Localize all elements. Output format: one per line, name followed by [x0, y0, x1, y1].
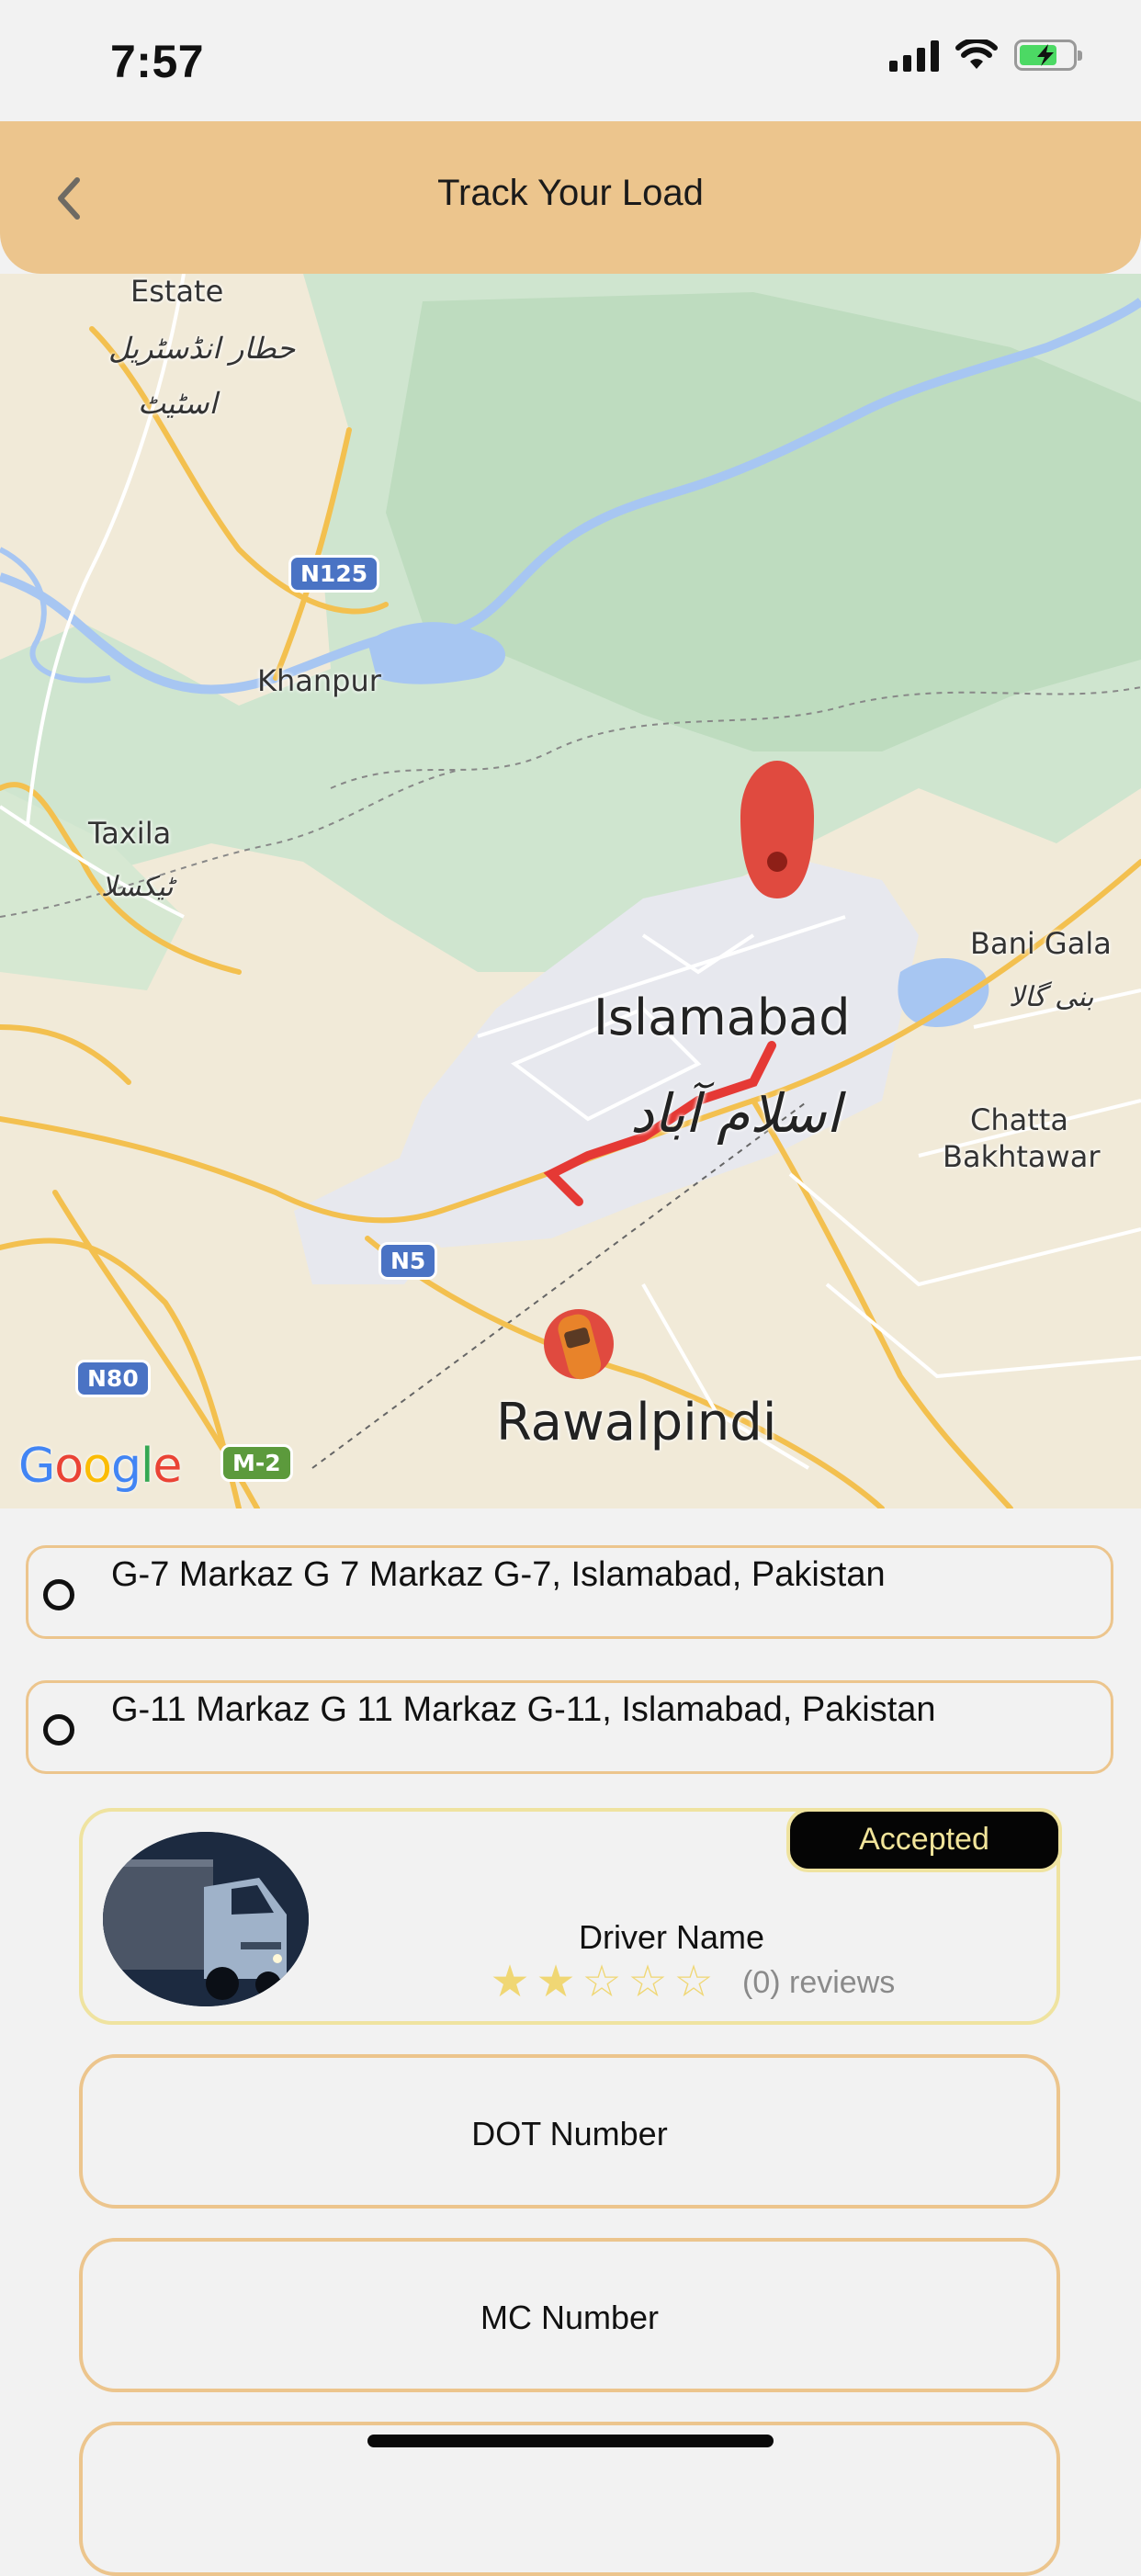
mc-number-label: MC Number	[480, 2299, 660, 2336]
star-empty-icon: ☆	[673, 1958, 714, 2006]
pickup-address-option[interactable]: G-7 Markaz G 7 Markaz G-7, Islamabad, Pa…	[26, 1545, 1113, 1639]
map-label-khanpur: Khanpur	[257, 663, 381, 698]
map-label-taxila-urdu: ٹیکسلا	[101, 871, 174, 903]
star-filled-icon: ★	[536, 1958, 576, 2006]
driver-rating: ★ ★ ☆ ☆ ☆ (0) reviews	[487, 1957, 895, 2008]
map-label-islamabad: Islamabad	[593, 989, 851, 1046]
driver-name: Driver Name	[579, 1918, 765, 1956]
road-shield-n125: N125	[288, 555, 380, 593]
status-badge: Accepted	[786, 1808, 1062, 1872]
driver-card[interactable]: Accepted Driver Name ★ ★ ☆ ☆ ☆ (0) revie…	[79, 1808, 1062, 2025]
map-label-estate: Estate	[130, 274, 224, 309]
road-shield-n5: N5	[378, 1242, 438, 1280]
route-map[interactable]: Estate حطار انڈسٹریل اسٹیٹ Khanpur Taxil…	[0, 274, 1141, 1508]
star-filled-icon: ★	[490, 1958, 530, 2006]
dropoff-address-text: G-11 Markaz G 11 Markaz G-11, Islamabad,…	[111, 1690, 936, 1729]
destination-pin-icon	[740, 761, 814, 898]
wifi-icon	[955, 40, 998, 69]
page-title: Track Your Load	[437, 173, 704, 213]
driver-avatar	[103, 1832, 309, 2006]
map-label-rawalpindi: Rawalpindi	[496, 1393, 777, 1452]
pickup-address-text: G-7 Markaz G 7 Markaz G-7, Islamabad, Pa…	[111, 1555, 886, 1594]
road-shield-n80: N80	[75, 1360, 151, 1397]
status-icons	[889, 39, 1082, 72]
status-time: 7:57	[110, 36, 205, 87]
reviews-count: (0) reviews	[742, 1964, 896, 2000]
pickup-radio[interactable]	[43, 1579, 74, 1610]
dropoff-radio[interactable]	[43, 1714, 74, 1746]
map-label-taxila: Taxila	[88, 816, 172, 851]
battery-icon	[1014, 40, 1082, 71]
status-bar: 7:57	[0, 0, 1141, 121]
map-label-bakhtawar: Bakhtawar	[943, 1139, 1101, 1174]
map-label-estate-urdu-1: حطار انڈسٹریل	[108, 331, 296, 366]
road-shield-m2: M-2	[220, 1444, 293, 1482]
home-indicator[interactable]	[367, 2435, 774, 2447]
google-logo: Google	[18, 1439, 182, 1494]
map-label-bani-gala: Bani Gala	[970, 926, 1112, 961]
map-label-chatta: Chatta	[970, 1102, 1068, 1137]
map-label-bani-gala-urdu: بنی گالا	[1009, 981, 1094, 1013]
dot-number-label: DOT Number	[471, 2115, 668, 2152]
map-label-islamabad-urdu: اسلام آباد	[630, 1082, 842, 1145]
mc-number-box: MC Number	[79, 2238, 1060, 2392]
star-empty-icon: ☆	[627, 1958, 668, 2006]
star-empty-icon: ☆	[582, 1958, 622, 2006]
cellular-signal-icon	[889, 39, 939, 72]
app-header: Track Your Load	[0, 121, 1141, 274]
map-label-estate-urdu-2: اسٹیٹ	[138, 386, 218, 421]
dropoff-address-option[interactable]: G-11 Markaz G 11 Markaz G-11, Islamabad,…	[26, 1680, 1113, 1774]
dot-number-box: DOT Number	[79, 2054, 1060, 2209]
